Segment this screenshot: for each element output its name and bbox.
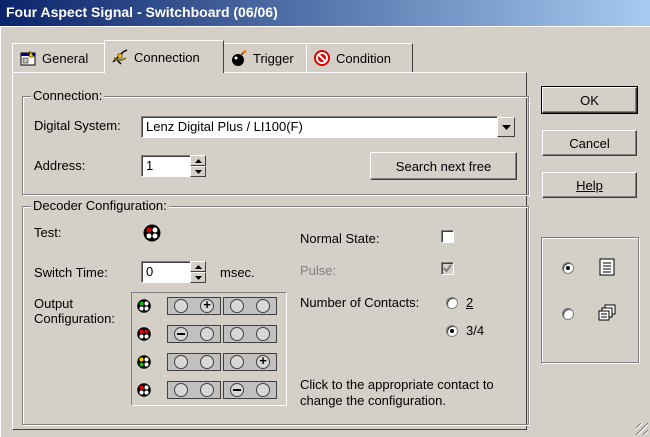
digital-system-select[interactable]: Lenz Digital Plus / LI100(F) xyxy=(141,116,498,138)
address-input[interactable]: 1 xyxy=(141,155,191,177)
contact-pin[interactable] xyxy=(256,383,270,397)
tab-label: Connection xyxy=(134,49,200,65)
msec-unit-label: msec. xyxy=(220,265,255,280)
contact-pin[interactable] xyxy=(200,383,214,397)
arrow-down-icon xyxy=(194,275,202,280)
ok-button[interactable]: OK xyxy=(541,86,638,114)
contact-pin[interactable] xyxy=(200,355,214,369)
list-view-icon[interactable] xyxy=(598,258,616,276)
contact-pin[interactable] xyxy=(174,383,188,397)
switch-time-label: Switch Time: xyxy=(34,265,108,280)
bomb-icon xyxy=(232,50,247,66)
tab-condition[interactable]: Condition xyxy=(306,43,413,72)
tab-general[interactable]: General xyxy=(12,43,105,72)
signal-green-icon xyxy=(137,299,151,313)
window-title: Four Aspect Signal - Switchboard (06/06) xyxy=(6,4,278,20)
connection-group: Connection: xyxy=(22,88,529,195)
title-bar: Four Aspect Signal - Switchboard (06/06) xyxy=(0,0,650,26)
contact-pin[interactable] xyxy=(256,327,270,341)
contact-pin[interactable] xyxy=(174,355,188,369)
contact-pin[interactable] xyxy=(230,299,244,313)
no-entry-icon xyxy=(314,50,330,66)
contact-pin[interactable] xyxy=(200,327,214,341)
number-of-contacts-label: Number of Contacts: xyxy=(300,295,420,310)
chevron-down-icon xyxy=(501,124,511,130)
contact-pair[interactable] xyxy=(223,325,277,343)
contacts-2-radio[interactable] xyxy=(446,297,458,309)
contact-pair[interactable] xyxy=(167,325,221,343)
contact-pin-plus[interactable] xyxy=(200,297,214,313)
help-label: Help xyxy=(576,177,603,193)
cancel-button[interactable]: Cancel xyxy=(542,130,637,156)
contact-pair[interactable] xyxy=(167,381,221,399)
group-title: Decoder Configuration: xyxy=(31,198,169,213)
address-spin-down[interactable] xyxy=(190,166,206,177)
group-title: Connection: xyxy=(31,88,105,103)
contact-pin-plus[interactable] xyxy=(256,353,270,369)
cascade-windows-icon[interactable] xyxy=(598,304,616,322)
contact-pin-minus[interactable] xyxy=(174,327,188,341)
contact-pin[interactable] xyxy=(174,299,188,313)
output-config-label-line1: Output xyxy=(34,296,74,311)
arrow-up-icon xyxy=(194,264,202,269)
signal-red-icon xyxy=(137,327,151,341)
switch-time-spin-down[interactable] xyxy=(190,272,206,283)
normal-state-checkbox[interactable] xyxy=(441,230,454,243)
test-signal-icon[interactable] xyxy=(143,224,161,242)
config-hint-text: Click to the appropriate contact to chan… xyxy=(300,377,494,408)
help-button[interactable]: Help xyxy=(542,172,637,198)
switch-time-spin-up[interactable] xyxy=(190,261,206,272)
address-spin-up[interactable] xyxy=(190,155,206,166)
digital-system-label-text: Digital System: xyxy=(34,118,121,133)
resize-grip[interactable] xyxy=(636,423,648,435)
address-label: Address: xyxy=(34,158,86,173)
output-config-box xyxy=(131,292,287,406)
contact-pin[interactable] xyxy=(256,299,270,313)
arrow-down-icon xyxy=(194,169,202,174)
search-next-free-button[interactable]: Search next free xyxy=(370,152,517,180)
output-config-label-line2: Configuration: xyxy=(34,311,115,326)
contacts-2-label[interactable]: 2 xyxy=(466,295,473,310)
properties-icon xyxy=(20,50,36,66)
arrow-up-icon xyxy=(194,158,202,163)
signal-red-white-icon xyxy=(137,383,151,397)
contact-pair[interactable] xyxy=(223,381,277,399)
test-label: Test: xyxy=(34,225,62,240)
tab-connection[interactable]: Connection xyxy=(104,40,224,73)
contact-pair[interactable] xyxy=(223,353,277,371)
tab-label: Condition xyxy=(336,50,391,66)
contact-pin-minus[interactable] xyxy=(230,383,244,397)
contacts-34-radio[interactable] xyxy=(446,325,458,337)
contact-pair[interactable] xyxy=(167,353,221,371)
icon-view-radio[interactable] xyxy=(562,308,574,320)
contact-pair[interactable] xyxy=(167,297,221,315)
tab-label: Trigger xyxy=(253,50,294,66)
normal-state-label: Normal State: xyxy=(300,231,380,246)
checkmark-icon xyxy=(443,264,452,273)
contact-pin[interactable] xyxy=(230,355,244,369)
tab-trigger[interactable]: Trigger xyxy=(223,43,307,72)
digital-system-label: Digital System: xyxy=(34,118,121,133)
contact-pin[interactable] xyxy=(230,327,244,341)
view-options-group xyxy=(541,237,639,363)
contact-pair[interactable] xyxy=(223,297,277,315)
tab-label: General xyxy=(42,50,89,66)
switch-time-input[interactable]: 0 xyxy=(141,261,191,283)
signal-yellow-green-icon xyxy=(137,355,151,369)
contacts-34-label[interactable]: 3/4 xyxy=(466,323,484,338)
list-view-radio[interactable] xyxy=(562,262,574,274)
dropdown-arrow-button[interactable] xyxy=(497,117,515,137)
connection-icon xyxy=(112,49,128,65)
pulse-label: Pulse: xyxy=(300,263,337,278)
pulse-checkbox xyxy=(441,262,454,275)
